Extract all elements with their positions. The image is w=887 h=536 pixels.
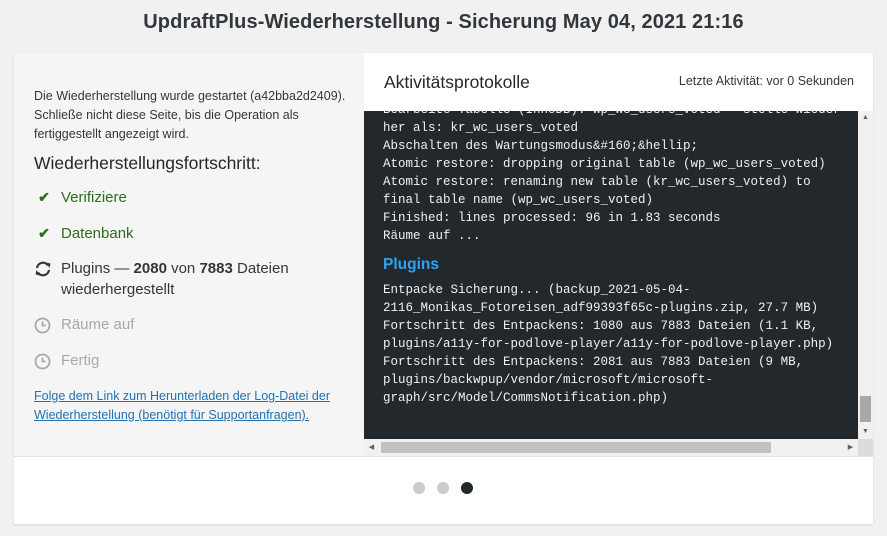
log-section-heading: Plugins	[383, 256, 439, 273]
progress-heading: Wiederherstellungsfortschritt:	[34, 153, 261, 173]
scroll-right-arrow-icon[interactable]: ▶	[843, 439, 858, 456]
log-lines-before: Bearbeite Tabelle (InnoDB): wp_wc_users_…	[383, 111, 841, 243]
horizontal-scrollbar[interactable]: ◀ ▶	[364, 439, 858, 456]
total-count: 7883	[199, 260, 233, 277]
log-content: Bearbeite Tabelle (InnoDB): wp_wc_users_…	[383, 111, 848, 407]
scroll-up-arrow-icon[interactable]: ▲	[858, 111, 873, 125]
restored-count: 2080	[133, 260, 167, 277]
step-label: Plugins — 2080 von 7883 Dateien wiederhe…	[34, 258, 334, 300]
vertical-scrollbar[interactable]: ▲ ▼	[858, 111, 873, 439]
log-lines-after: Entpacke Sicherung... (backup_2021-05-04…	[383, 283, 834, 405]
check-icon: ✔	[38, 189, 50, 205]
scrollbar-corner	[858, 439, 873, 456]
step-pager	[413, 481, 473, 495]
horizontal-scroll-thumb[interactable]	[381, 442, 771, 453]
clock-icon	[34, 314, 54, 334]
status-panel: Die Wiederherstellung wurde gestartet (a…	[14, 53, 364, 456]
step-label-prefix: Plugins —	[61, 260, 134, 277]
scroll-left-arrow-icon[interactable]: ◀	[364, 439, 379, 456]
refresh-icon	[34, 258, 54, 277]
check-icon: ✔	[38, 225, 50, 241]
step-cleanup: Räume auf	[34, 314, 134, 335]
pager-dot-2	[437, 482, 449, 494]
footer-divider	[14, 456, 873, 457]
restore-started-notice: Die Wiederherstellung wurde gestartet (a…	[34, 89, 346, 141]
clock-icon	[34, 350, 54, 370]
scroll-down-arrow-icon[interactable]: ▼	[858, 425, 873, 439]
log-header: Aktivitätsprotokolle Letzte Aktivität: v…	[364, 53, 873, 111]
vertical-scroll-thumb[interactable]	[860, 396, 871, 422]
of-text: von	[166, 260, 200, 277]
log-title: Aktivitätsprotokolle	[384, 72, 530, 92]
step-finished: Fertig	[34, 350, 99, 371]
step-database: ✔ Datenbank	[34, 223, 133, 244]
page-title: UpdraftPlus-Wiederherstellung - Sicherun…	[143, 11, 744, 33]
pager-dot-3-current	[461, 482, 473, 494]
download-log-link[interactable]: Folge dem Link zum Herunterladen der Log…	[34, 387, 354, 425]
last-activity-text: Letzte Aktivität: vor 0 Sekunden	[678, 74, 854, 88]
restore-card: Die Wiederherstellung wurde gestartet (a…	[14, 53, 873, 524]
activity-log-console[interactable]: Bearbeite Tabelle (InnoDB): wp_wc_users_…	[364, 111, 858, 439]
pager-dot-1	[413, 482, 425, 494]
step-plugins: Plugins — 2080 von 7883 Dateien wiederhe…	[34, 258, 334, 300]
step-verify: ✔ Verifiziere	[34, 187, 127, 208]
